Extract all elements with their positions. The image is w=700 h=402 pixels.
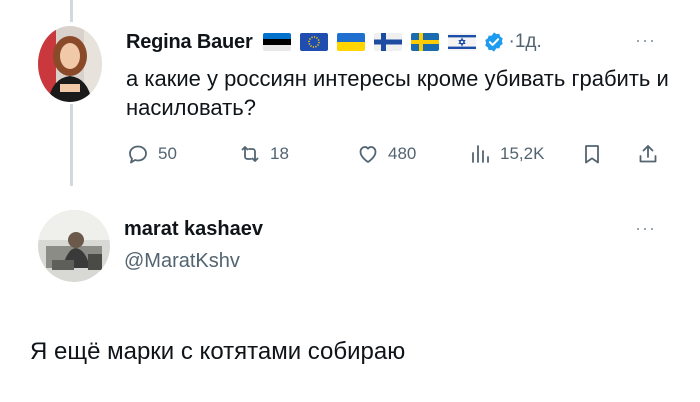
author-name[interactable]: Regina Bauer — [126, 31, 253, 54]
retweet-button[interactable]: 18 — [238, 142, 289, 166]
flag-estonia-icon — [262, 33, 291, 51]
avatar[interactable] — [38, 26, 102, 102]
thread-connector-top — [70, 0, 73, 22]
like-button[interactable]: 480 — [356, 142, 416, 166]
share-button[interactable] — [636, 142, 660, 166]
flag-israel-icon — [447, 33, 476, 51]
reply-icon — [129, 145, 147, 164]
avatar-photo-icon — [38, 26, 102, 102]
flag-eu-icon — [299, 33, 328, 51]
author-handle[interactable]: @MaratKshv — [124, 250, 240, 273]
tweet-actions: 50 18 480 15,2K — [126, 142, 676, 168]
bookmark-button[interactable] — [580, 142, 604, 166]
heart-icon — [359, 146, 377, 163]
reply-button[interactable]: 50 — [126, 142, 177, 166]
more-options-icon[interactable]: ··· — [635, 30, 656, 51]
like-count: 480 — [388, 144, 417, 163]
tweet-timestamp[interactable]: ·1д. — [509, 31, 542, 53]
flag-emoji-list — [262, 33, 476, 51]
avatar[interactable] — [38, 210, 110, 282]
thread-connector-bottom — [70, 104, 73, 186]
view-count: 15,2K — [500, 144, 545, 163]
retweet-icon — [241, 146, 259, 162]
tweet-header: Regina Bauer ·1д. — [126, 30, 542, 54]
tweet-text: а какие у россиян интересы кроме убивать… — [126, 66, 669, 120]
verified-badge-icon — [484, 32, 503, 52]
avatar-photo-icon — [38, 210, 110, 282]
retweet-count: 18 — [270, 144, 289, 163]
author-name[interactable]: marat kashaev — [124, 218, 263, 241]
views-button[interactable]: 15,2K — [468, 142, 544, 166]
flag-finland-icon — [373, 33, 402, 51]
flag-sweden-icon — [410, 33, 439, 51]
tweet-text: Я ещё марки с котятами собираю — [30, 338, 406, 365]
share-icon — [639, 145, 657, 163]
flag-ukraine-icon — [336, 33, 365, 51]
views-chart-icon — [472, 145, 489, 163]
reply-count: 50 — [158, 144, 177, 163]
more-options-icon[interactable]: ··· — [635, 218, 656, 239]
bookmark-icon — [585, 145, 599, 164]
